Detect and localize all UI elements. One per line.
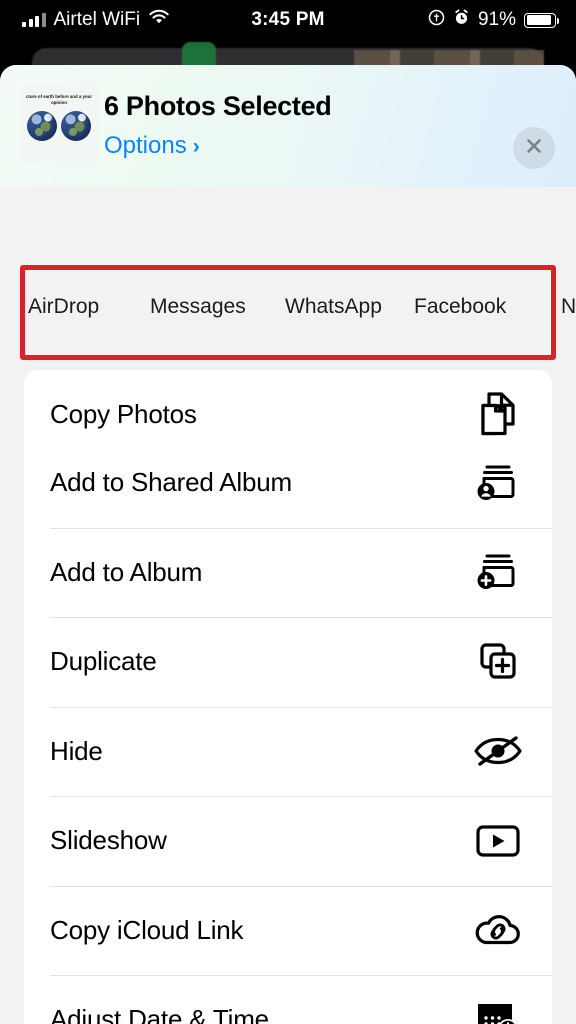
close-button[interactable]: [513, 127, 555, 169]
row-copy-icloud-link[interactable]: Copy iCloud Link: [24, 885, 552, 975]
status-bar-right: 91%: [428, 9, 559, 32]
status-bar: Airtel WiFi 3:45 PM 91%: [0, 0, 576, 40]
share-sheet: AirDrop Messages WhatsApp Facebook N Cop…: [0, 65, 576, 1024]
close-icon: [524, 136, 544, 161]
row-label-add-to-album: Add to Album: [50, 556, 203, 587]
shared-album-person-icon: [470, 455, 526, 511]
add-to-album-plus-icon: [470, 544, 526, 600]
row-hide[interactable]: Hide: [24, 706, 552, 796]
actions-card: Add to Shared Album Add to Album Duplica…: [24, 438, 552, 1024]
cloud-link-icon: [470, 902, 526, 958]
duplicate-squares-plus-icon: [470, 634, 526, 690]
row-add-to-album[interactable]: Add to Album: [24, 527, 552, 617]
globe-image-left: [27, 110, 57, 141]
options-link[interactable]: Options ›: [104, 132, 200, 160]
copy-documents-icon: [470, 387, 526, 443]
thumbnail-globes: [27, 110, 91, 141]
rotation-lock-icon: [428, 9, 445, 32]
row-adjust-date-time[interactable]: Adjust Date & Time: [24, 975, 552, 1024]
thumbnail-caption: cture of earth before and a your opinion: [25, 94, 93, 106]
app-label-airdrop[interactable]: AirDrop: [28, 295, 99, 319]
app-label-facebook[interactable]: Facebook: [414, 295, 506, 319]
row-add-to-shared-album[interactable]: Add to Shared Album: [24, 438, 552, 528]
row-label-hide: Hide: [50, 735, 103, 766]
app-label-whatsapp[interactable]: WhatsApp: [285, 295, 382, 319]
row-label-add-to-shared-album: Add to Shared Album: [50, 467, 292, 498]
chevron-right-icon: ›: [192, 134, 200, 158]
play-rectangle-icon: [470, 813, 526, 869]
row-label-duplicate: Duplicate: [50, 646, 157, 677]
app-label-next[interactable]: N: [561, 295, 576, 319]
share-sheet-scroll-area[interactable]: AirDrop Messages WhatsApp Facebook N Cop…: [0, 187, 576, 1024]
row-label-copy-icloud-link: Copy iCloud Link: [50, 914, 244, 945]
eye-slash-icon: [470, 723, 526, 779]
row-label-slideshow: Slideshow: [50, 825, 167, 856]
battery-icon: [524, 12, 559, 28]
row-label-adjust-date-time: Adjust Date & Time: [50, 1004, 269, 1024]
page-title: 6 Photos Selected: [104, 91, 332, 121]
earth-photo-thumbnail: cture of earth before and a your opinion: [20, 85, 98, 163]
row-slideshow[interactable]: Slideshow: [24, 796, 552, 886]
battery-percent-label: 91%: [477, 9, 516, 30]
globe-image-right: [61, 110, 91, 141]
row-duplicate[interactable]: Duplicate: [24, 617, 552, 707]
share-sheet-header: cture of earth before and a your opinion…: [0, 65, 576, 187]
calendar-clock-icon: [470, 992, 526, 1024]
app-label-messages[interactable]: Messages: [150, 295, 246, 319]
options-link-label: Options: [104, 132, 187, 159]
alarm-clock-icon: [453, 9, 470, 32]
row-label-copy-photos: Copy Photos: [50, 399, 197, 430]
